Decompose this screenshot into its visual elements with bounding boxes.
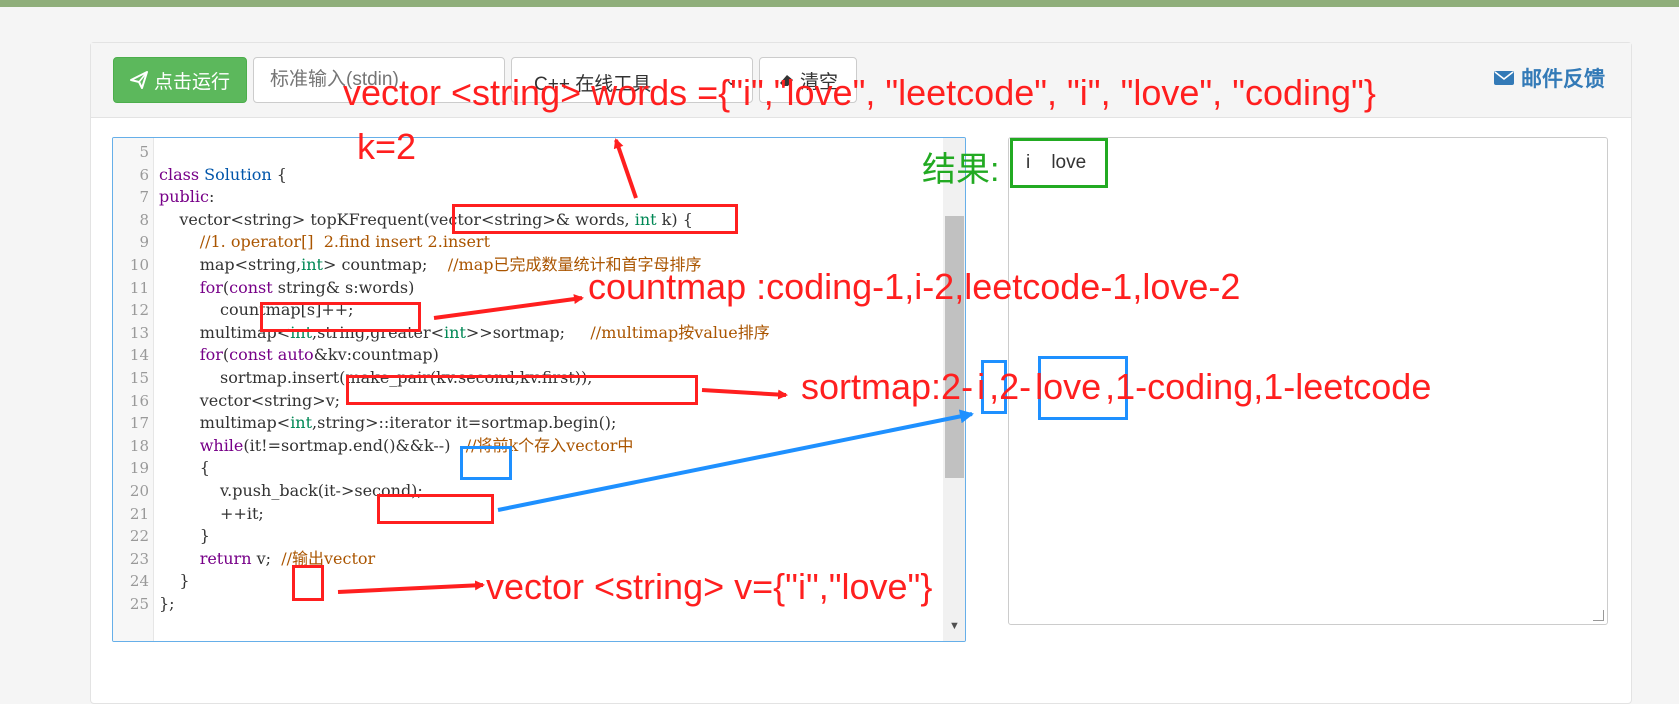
arrow-to-vresult <box>337 580 485 594</box>
output-text: i love <box>1026 152 1087 173</box>
annotation-k: k=2 <box>357 126 417 167</box>
annotation-vector-result: vector <string> v={"i","love"} <box>486 566 933 607</box>
sortmap-rest: ,1-coding,1-leetcode <box>1105 366 1432 407</box>
annotation-countmap: countmap :coding-1,i-2,leetcode-1,love-2 <box>588 266 1241 307</box>
sortmap-prefix: sortmap:2- <box>801 366 974 407</box>
arrow-blue-sortmap <box>497 409 974 512</box>
annotation-sortmap: sortmap:2- i ,2- love ,1-coding,1-leetcode <box>801 366 1431 408</box>
highlight-it-second <box>377 494 494 524</box>
sortmap-i: i <box>977 366 986 407</box>
annotation-result-label: 结果: <box>922 151 1000 189</box>
highlight-parameters <box>452 204 738 234</box>
arrow-to-sortmap <box>701 388 788 400</box>
sortmap-mid: ,2- <box>989 366 1032 407</box>
arrow-to-countmap <box>433 294 584 320</box>
sortmap-love: love <box>1035 366 1102 407</box>
highlight-k-decrement <box>460 446 512 480</box>
arrow-to-words <box>613 138 638 199</box>
annotation-words: vector <string> words ={"i","love", "lee… <box>343 72 1376 113</box>
highlight-insert <box>346 375 698 405</box>
highlight-countmap-increment <box>260 302 421 332</box>
highlight-return-v <box>292 565 324 601</box>
